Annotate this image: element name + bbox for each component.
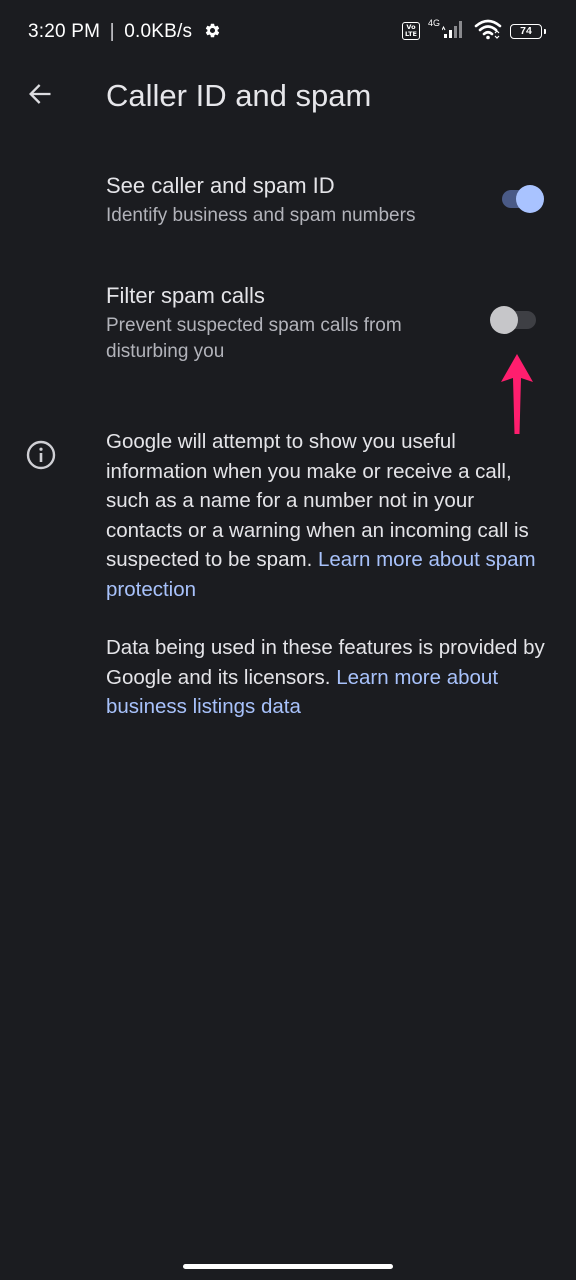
network-type: 4G [427,18,440,28]
arrow-left-icon [26,80,54,113]
wifi-icon [474,18,502,45]
setting-filter-spam-calls[interactable]: Filter spam calls Prevent suspected spam… [0,270,576,380]
caller-spam-id-toggle[interactable] [502,185,544,213]
setting-text: Filter spam calls Prevent suspected spam… [106,282,466,365]
page-title: Caller ID and spam [106,78,372,113]
volte-icon: Vo LTE [401,22,420,40]
gear-icon [204,22,221,45]
filter-spam-calls-toggle[interactable] [490,306,536,334]
status-time: 3:20 PM [28,21,101,42]
battery-icon: 74 [510,23,546,39]
info-paragraph-data: Data being used in these features is pro… [106,633,554,722]
setting-subtitle: Prevent suspected spam calls from distur… [106,315,402,362]
setting-subtitle: Identify business and spam numbers [106,205,416,226]
gesture-bar[interactable] [183,1264,393,1269]
back-button[interactable] [18,74,62,118]
signal-icon [441,19,466,44]
setting-caller-spam-id[interactable]: See caller and spam ID Identify business… [0,160,576,250]
status-separator: | [109,21,115,42]
setting-text: See caller and spam ID Identify business… [106,172,466,229]
toggle-thumb [490,306,518,334]
setting-title: Filter spam calls [106,283,265,308]
setting-title: See caller and spam ID [106,173,335,198]
network-speed: 0.0KB/s [124,21,193,42]
status-right: Vo LTE 4G 74 [401,18,546,45]
status-left: 3:20 PM | 0.0KB/s [28,21,221,45]
status-bar: 3:20 PM | 0.0KB/s Vo LTE 4G 74 [0,0,576,64]
toggle-thumb [516,185,544,213]
info-icon [26,440,56,475]
battery-level: 74 [520,25,532,37]
info-paragraph-spam: Google will attempt to show you useful i… [106,427,554,604]
app-bar: Caller ID and spam [0,64,576,128]
